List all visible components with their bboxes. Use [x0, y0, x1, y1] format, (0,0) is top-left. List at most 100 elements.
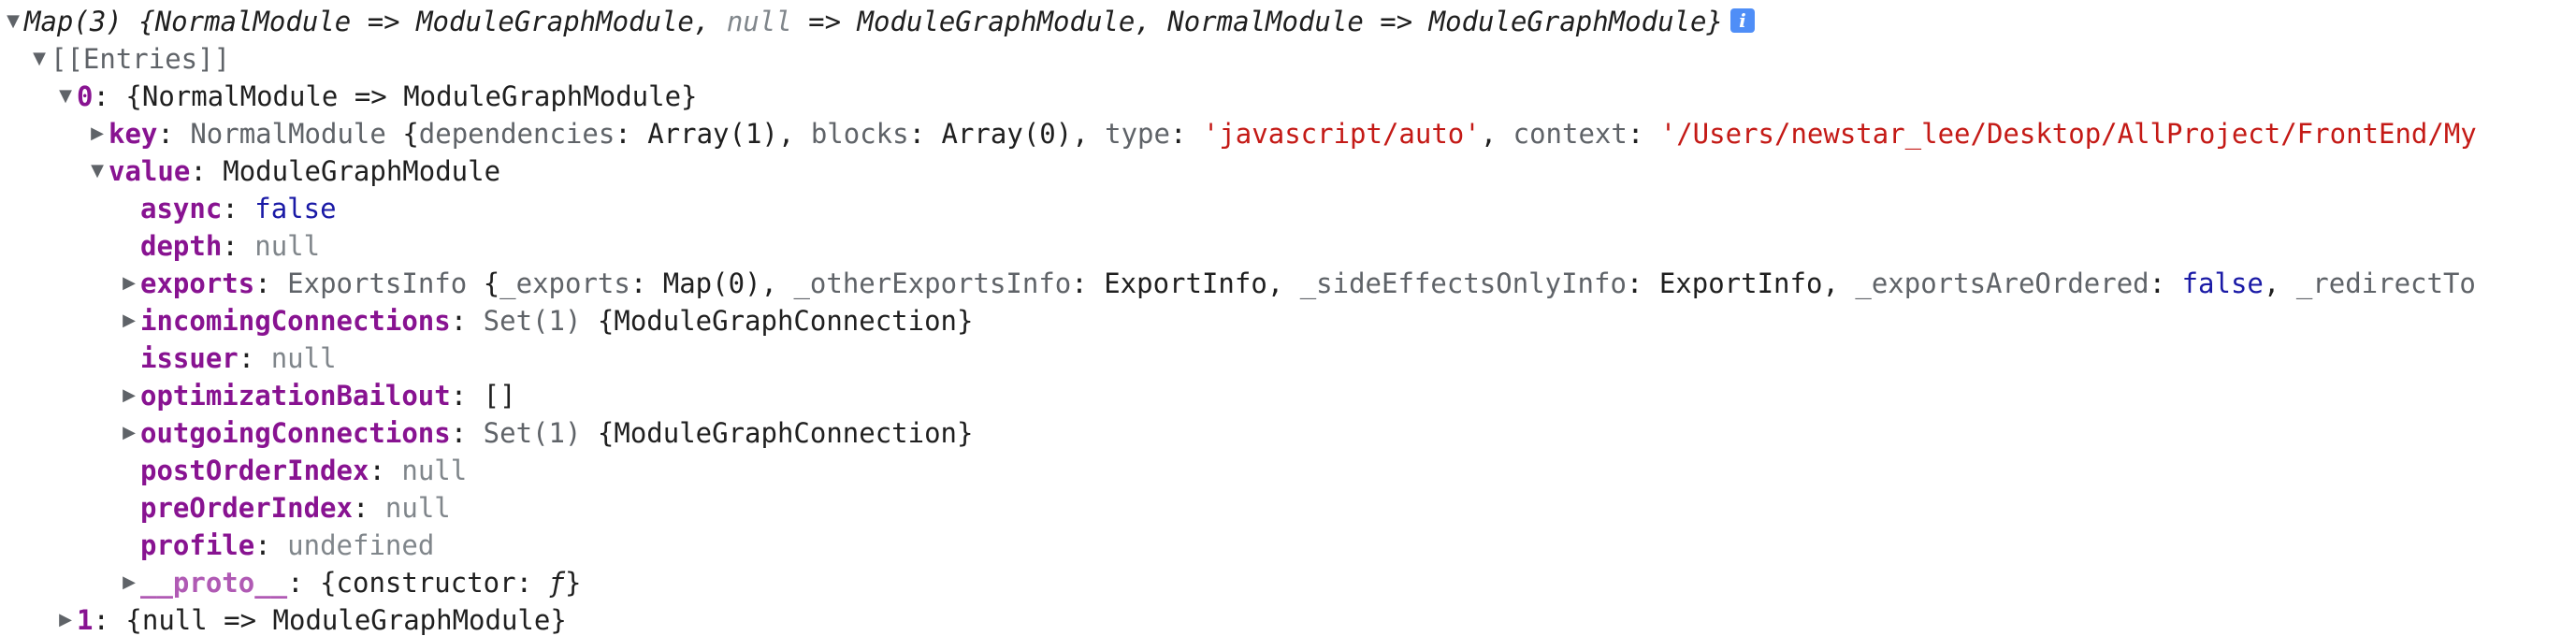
preview-field: dependencies: [418, 118, 615, 150]
property-key: postOrderIndex: [140, 455, 369, 486]
entry-index: 1: [77, 604, 94, 636]
entry-preview: {NormalModule => ModuleGraphModule}: [125, 80, 698, 112]
property-value: false: [254, 193, 337, 224]
preview-string-value: '/Users/newstar_lee/Desktop/AllProject/F…: [1659, 118, 2477, 150]
preview-field-value: Array(1): [647, 118, 778, 150]
property-value: undefined: [287, 529, 435, 561]
entries-label: [[Entries]]: [51, 43, 231, 75]
preview-field-value: ExportInfo: [1658, 267, 1823, 299]
class-name: ExportsInfo: [287, 267, 468, 299]
preview-field-value: Map(0): [662, 267, 761, 299]
property-key: incomingConnections: [140, 305, 451, 337]
preview-bool-value: false: [2181, 267, 2264, 299]
property-key: depth: [140, 230, 223, 262]
expanded-triangle-icon[interactable]: ▼: [2, 3, 24, 40]
info-icon[interactable]: i: [1729, 8, 1755, 33]
prop-preorder-row[interactable]: preOrderIndex: null: [0, 489, 2576, 527]
collapsed-triangle-icon[interactable]: ▶: [118, 377, 140, 414]
preview-key: NormalModule: [1167, 6, 1364, 37]
prop-incoming-row[interactable]: ▶ incomingConnections: Set(1) {ModuleGrap…: [0, 302, 2576, 340]
entry-index: 0: [77, 80, 94, 112]
preview-field: _sideEffectsOnlyInfo: [1299, 267, 1627, 299]
preview-field: _redirectTo: [2295, 267, 2476, 299]
colon: :: [93, 80, 109, 112]
preview-comma: ,: [693, 6, 711, 37]
map-type-label: Map(3): [24, 6, 123, 37]
class-name: ModuleGraphModule: [223, 155, 501, 187]
preview-value: ModuleGraphModule: [416, 6, 694, 37]
prop-proto-row[interactable]: ▶ __proto__: {constructor: ƒ}: [0, 564, 2576, 601]
preview-brace: {: [402, 118, 419, 150]
value-row[interactable]: ▼ value: ModuleGraphModule: [0, 152, 2576, 190]
collapsed-triangle-icon[interactable]: ▶: [118, 414, 140, 452]
preview-arrow: =>: [808, 6, 842, 37]
expanded-triangle-icon[interactable]: ▼: [54, 78, 77, 115]
map-root-row[interactable]: ▼ Map(3) {NormalModule => ModuleGraphModu…: [0, 3, 2576, 40]
property-key: exports: [140, 267, 255, 299]
preview-field-value: Array(0): [941, 118, 1073, 150]
prop-bailout-row[interactable]: ▶ optimizationBailout: []: [0, 377, 2576, 414]
function-value: ƒ: [548, 567, 565, 599]
expanded-triangle-icon[interactable]: ▼: [86, 152, 109, 190]
collapsed-triangle-icon[interactable]: ▶: [118, 302, 140, 340]
preview-arrow: =>: [1380, 6, 1413, 37]
collapsed-triangle-icon[interactable]: ▶: [118, 265, 140, 302]
property-key: optimizationBailout: [140, 380, 451, 412]
preview-field: constructor: [336, 567, 516, 599]
entry-preview: {null => ModuleGraphModule}: [125, 604, 567, 636]
preview-field-value: ExportInfo: [1104, 267, 1267, 299]
preview-brace: {: [320, 567, 337, 599]
property-key: outgoingConnections: [140, 417, 451, 449]
collapsed-triangle-icon[interactable]: ▶: [54, 601, 77, 636]
property-key: key: [109, 118, 158, 150]
preview-field: _exportsAreOrdered: [1855, 267, 2149, 299]
preview-field: _otherExportsInfo: [793, 267, 1072, 299]
type-label: Set(1): [483, 417, 582, 449]
property-key: profile: [140, 529, 255, 561]
preview-value: ModuleGraphModule: [857, 6, 1136, 37]
preview-string-value: 'javascript/auto': [1202, 118, 1481, 150]
preview-arrow: =>: [367, 6, 400, 37]
preview-field: _exports: [499, 267, 630, 299]
entry-0-row[interactable]: ▼ 0: {NormalModule => ModuleGraphModule}: [0, 78, 2576, 115]
preview-comma: ,: [1135, 6, 1151, 37]
prop-exports-row[interactable]: ▶ exports: ExportsInfo {_exports: Map(0),…: [0, 265, 2576, 302]
prop-profile-row[interactable]: profile: undefined: [0, 527, 2576, 564]
property-value: null: [384, 492, 451, 524]
colon: :: [93, 604, 109, 636]
console-object-tree: ▼ Map(3) {NormalModule => ModuleGraphModu…: [0, 0, 2576, 636]
prop-postorder-row[interactable]: postOrderIndex: null: [0, 452, 2576, 489]
collapsed-triangle-icon[interactable]: ▶: [118, 564, 140, 601]
map-preview: Map(3) {NormalModule => ModuleGraphModul…: [24, 6, 1723, 37]
entry-1-row[interactable]: ▶ 1: {null => ModuleGraphModule}: [0, 601, 2576, 636]
property-key: async: [140, 193, 223, 224]
class-name: NormalModule: [190, 118, 386, 150]
property-value: null: [270, 342, 337, 374]
preview-brace: }: [1706, 6, 1723, 37]
property-key: preOrderIndex: [140, 492, 353, 524]
prop-async-row[interactable]: async: false: [0, 190, 2576, 227]
preview-brace: {: [138, 6, 155, 37]
prop-outgoing-row[interactable]: ▶ outgoingConnections: Set(1) {ModuleGrap…: [0, 414, 2576, 452]
collapsed-triangle-icon[interactable]: ▶: [86, 115, 109, 152]
entries-row[interactable]: ▼ [[Entries]]: [0, 40, 2576, 78]
prop-issuer-row[interactable]: issuer: null: [0, 340, 2576, 377]
prop-depth-row[interactable]: depth: null: [0, 227, 2576, 265]
property-key: issuer: [140, 342, 239, 374]
preview-field: blocks: [810, 118, 909, 150]
set-preview: {ModuleGraphConnection}: [597, 417, 974, 449]
property-key: value: [109, 155, 191, 187]
preview-field: context: [1512, 118, 1628, 150]
property-value: []: [483, 380, 516, 412]
property-value: null: [401, 455, 468, 486]
preview-field: type: [1105, 118, 1170, 150]
set-preview: {ModuleGraphConnection}: [597, 305, 974, 337]
key-row[interactable]: ▶ key: NormalModule {dependencies: Array(…: [0, 115, 2576, 152]
expanded-triangle-icon[interactable]: ▼: [28, 40, 51, 78]
preview-value: ModuleGraphModule: [1428, 6, 1707, 37]
preview-brace: {: [483, 267, 500, 299]
property-value: null: [254, 230, 321, 262]
preview-key: NormalModule: [154, 6, 352, 37]
property-key: __proto__: [140, 567, 288, 599]
type-label: Set(1): [483, 305, 582, 337]
